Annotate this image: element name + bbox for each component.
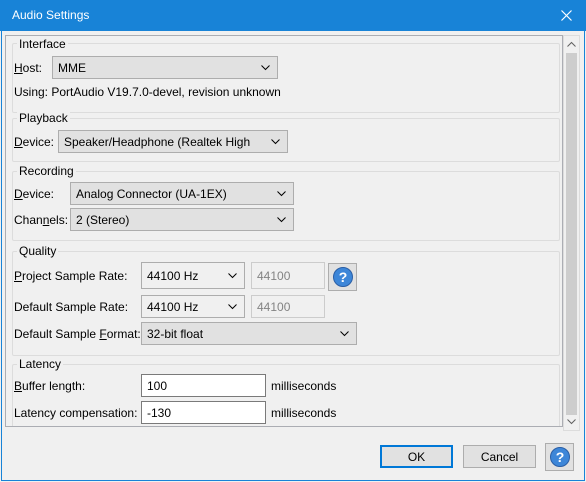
- latency-comp-input[interactable]: -130: [141, 401, 266, 424]
- format-value: 32-bit float: [147, 327, 204, 341]
- format-label: Default Sample Format:: [14, 327, 141, 341]
- help-button[interactable]: ?: [545, 443, 574, 471]
- channels-label: Channels:: [14, 213, 69, 227]
- playback-group-label: Playback: [17, 111, 70, 125]
- horizontal-scrollbar[interactable]: [5, 427, 563, 431]
- using-text: Using: PortAudio V19.7.0-devel, revision…: [14, 85, 281, 99]
- latency-group-label: Latency: [17, 357, 64, 371]
- channels-value: 2 (Stereo): [76, 213, 130, 227]
- latency-comp-unit: milliseconds: [271, 406, 337, 420]
- scroll-up-button[interactable]: [564, 36, 579, 52]
- title-bar: Audio Settings: [0, 0, 586, 31]
- project-rate-label: Project Sample Rate:: [14, 269, 128, 283]
- host-label: Host:: [14, 61, 43, 75]
- host-value: MME: [58, 61, 86, 75]
- scroll-down-button[interactable]: [564, 414, 579, 430]
- help-icon: ?: [333, 267, 353, 287]
- chevron-down-icon: [228, 273, 237, 279]
- playback-device-dropdown[interactable]: Speaker/Headphone (Realtek High: [58, 130, 288, 153]
- buffer-length-input[interactable]: 100: [141, 374, 266, 397]
- buffer-length-unit: milliseconds: [271, 379, 337, 393]
- interface-group-label: Interface: [17, 37, 68, 51]
- default-rate-value: 44100 Hz: [147, 300, 199, 314]
- chevron-down-icon: [261, 65, 270, 71]
- chevron-down-icon: [277, 191, 286, 197]
- chevron-down-icon: [228, 304, 237, 310]
- project-rate-input: 44100: [251, 262, 325, 289]
- window-title: Audio Settings: [12, 8, 90, 22]
- recording-device-dropdown[interactable]: Analog Connector (UA-1EX): [70, 182, 294, 205]
- settings-panel: Interface Host: MME Using: PortAudio V19…: [5, 35, 563, 427]
- quality-group-label: Quality: [17, 244, 59, 258]
- playback-device-label: Device:: [14, 135, 55, 149]
- default-rate-input: 44100: [251, 295, 325, 318]
- playback-device-value: Speaker/Headphone (Realtek High: [64, 135, 251, 149]
- default-rate-label: Default Sample Rate:: [14, 300, 129, 314]
- format-dropdown[interactable]: 32-bit float: [141, 322, 357, 345]
- chevron-up-icon: [567, 41, 576, 47]
- ok-button[interactable]: OK: [380, 445, 453, 468]
- close-icon: [561, 10, 572, 21]
- close-button[interactable]: [546, 0, 586, 31]
- default-rate-dropdown[interactable]: 44100 Hz: [141, 295, 245, 318]
- help-icon: ?: [550, 447, 570, 467]
- chevron-down-icon: [277, 217, 286, 223]
- latency-comp-label: Latency compensation:: [14, 406, 138, 420]
- vertical-scrollbar[interactable]: [563, 35, 580, 431]
- recording-group-label: Recording: [17, 164, 76, 178]
- quality-help-button[interactable]: ?: [328, 263, 357, 291]
- recording-device-label: Device:: [14, 187, 55, 201]
- buffer-length-label: Buffer length:: [14, 379, 86, 393]
- project-rate-value: 44100 Hz: [147, 269, 199, 283]
- host-dropdown[interactable]: MME: [52, 56, 278, 79]
- channels-dropdown[interactable]: 2 (Stereo): [70, 208, 294, 231]
- chevron-down-icon: [567, 419, 576, 425]
- recording-device-value: Analog Connector (UA-1EX): [76, 187, 227, 201]
- project-rate-dropdown[interactable]: 44100 Hz: [141, 262, 245, 289]
- scrollbar-thumb[interactable]: [566, 53, 577, 415]
- cancel-button[interactable]: Cancel: [463, 445, 536, 468]
- chevron-down-icon: [340, 331, 349, 337]
- chevron-down-icon: [271, 139, 280, 145]
